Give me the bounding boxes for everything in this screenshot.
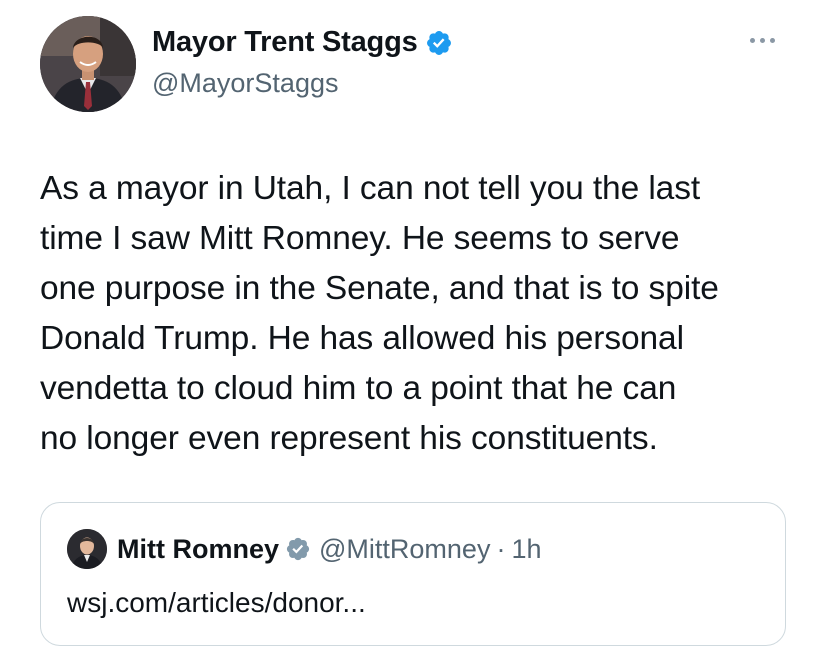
quoted-link-text[interactable]: wsj.com/articles/donor... xyxy=(67,587,366,619)
avatar-photo-icon xyxy=(40,16,136,112)
tweet-text-line: As a mayor in Utah, I can not tell you t… xyxy=(40,170,701,207)
tweet-text-line: Donald Trump. He has allowed his persona… xyxy=(40,320,684,357)
tweet-text-line: no longer even represent his constituent… xyxy=(40,420,658,457)
author-display-name[interactable]: Mayor Trent Staggs xyxy=(152,26,418,59)
more-dot xyxy=(759,37,765,43)
tweet-text-line: one purpose in the Senate, and that is t… xyxy=(40,270,719,307)
quoted-author-avatar xyxy=(67,529,107,569)
quoted-tweet[interactable]: Mitt Romney @MittRomney · 1h wsj.com/art… xyxy=(40,502,786,646)
quoted-author-display-name: Mitt Romney xyxy=(117,533,279,564)
quoted-separator: · xyxy=(496,533,506,564)
more-dot xyxy=(749,37,755,43)
quoted-tweet-header: Mitt Romney @MittRomney · 1h xyxy=(67,529,542,569)
quoted-author-handle: @MittRomney xyxy=(319,533,491,564)
author-name-row: Mayor Trent Staggs xyxy=(152,26,453,59)
tweet-text-line: time I saw Mitt Romney. He seems to serv… xyxy=(40,220,680,257)
more-dot xyxy=(769,37,775,43)
quoted-avatar-photo-icon xyxy=(67,529,107,569)
tweet-text-line: vendetta to cloud him to a point that he… xyxy=(40,370,677,407)
tweet-text: As a mayor in Utah, I can not tell you t… xyxy=(40,164,800,464)
tweet-card[interactable]: Mayor Trent Staggs @MayorStaggs As a may… xyxy=(0,0,828,663)
author-handle[interactable]: @MayorStaggs xyxy=(152,68,338,99)
quoted-timestamp: 1h xyxy=(511,533,542,564)
more-options-icon[interactable] xyxy=(742,30,782,50)
author-avatar[interactable] xyxy=(40,16,136,112)
quoted-verified-badge-icon xyxy=(286,537,310,561)
verified-badge-icon[interactable] xyxy=(425,29,453,57)
